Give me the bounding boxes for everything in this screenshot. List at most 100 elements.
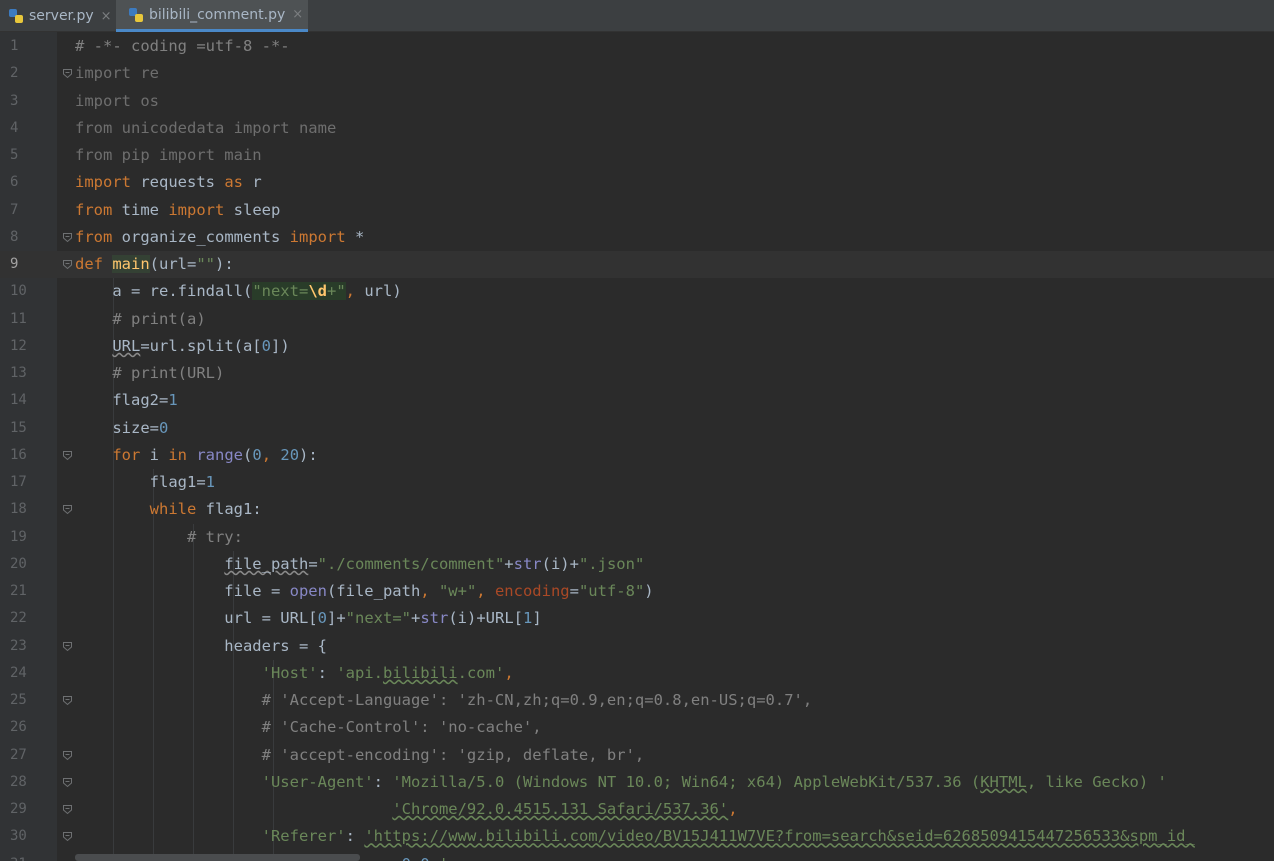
horizontal-scrollbar[interactable] [75,854,360,861]
fold-marker-icon[interactable] [62,831,73,842]
line-number: 5 [10,147,19,163]
tab-label: bilibili_comment.py [149,6,286,23]
code-line[interactable]: 21 file = open(file_path, "w+", encoding… [0,578,1274,605]
code-line[interactable]: 5 from pip import main [0,142,1274,169]
tab-bilibili-comment-py[interactable]: bilibili_comment.py × [116,0,308,32]
code-line[interactable]: 27 # 'accept-encoding': 'gzip, deflate, … [0,742,1274,769]
line-number: 6 [10,174,19,191]
code-line[interactable]: 30 'Referer': 'https://www.bilibili.com/… [0,823,1274,850]
fold-marker-icon[interactable] [62,750,73,761]
line-number: 7 [10,201,19,218]
code-line[interactable]: 8 from organize_comments import * [0,224,1274,251]
code-text: a = re.findall("next=\d+", url) [75,282,402,301]
code-text: # 'Accept-Language': 'zh-CN,zh;q=0.9,en;… [75,691,813,709]
code-text: 'Referer': 'https://www.bilibili.com/vid… [261,827,1195,846]
line-number: 26 [10,719,27,736]
line-number: 31 [0,851,35,861]
line-number: 9 [10,256,19,272]
code-text: 'User-Agent': 'Mozilla/5.0 (Windows NT 1… [261,772,1167,791]
close-icon[interactable]: × [101,9,112,24]
code-text: import os [75,91,159,110]
code-line[interactable]: 29 'Chrome/92.0.4515.131 Safari/537.36', [0,796,1274,823]
line-number: 21 [10,583,27,599]
code-line[interactable]: 25 # 'Accept-Language': 'zh-CN,zh;q=0.9,… [0,687,1274,714]
code-line[interactable]: 24 'Host': 'api.bilibili.com', [0,660,1274,687]
code-text: # print(a) [75,309,206,328]
code-line[interactable]: 1 # -*- coding =utf-8 -*- [0,33,1274,60]
code-line[interactable]: 14 flag2=1 [0,387,1274,414]
code-line[interactable]: 3 import os [0,88,1274,115]
fold-marker-icon[interactable] [62,232,73,243]
code-line[interactable]: 7 from time import sleep [0,197,1274,224]
line-number: 3 [10,92,19,109]
python-file-icon [129,7,143,22]
code-line[interactable]: 4 from unicodedata import name [0,115,1274,142]
code-line[interactable]: 2 import re [0,60,1274,87]
line-number: 15 [10,419,27,436]
line-number: 12 [10,337,27,354]
line-number: 16 [10,446,27,463]
code-editor[interactable]: 1 # -*- coding =utf-8 -*- 2 import re 3 impor… [0,32,1274,861]
code-text: from unicodedata import name [75,118,337,137]
code-line[interactable]: 16 for i in range(0, 20): [0,442,1274,469]
editor-tab-bar: server.py × bilibili_comment.py × [0,0,1274,32]
code-text: flag2=1 [75,391,178,410]
code-text: url = URL[0]+"next="+str(i)+URL[1] [75,609,542,628]
code-text: # print(URL) [75,364,225,382]
code-line[interactable]: 28 'User-Agent': 'Mozilla/5.0 (Windows N… [0,769,1274,796]
line-number: 13 [10,365,27,381]
code-text: flag1=1 [75,473,215,491]
line-number: 22 [10,610,27,627]
code-line[interactable]: 19 # try: [0,524,1274,551]
line-number: 4 [10,119,19,136]
fold-marker-icon[interactable] [62,695,73,706]
code-text: 'Host': 'api.bilibili.com', [261,663,514,682]
code-text: import requests as r [75,173,262,192]
code-line[interactable]: 9 def main(url=""): [0,251,1274,278]
fold-marker-icon[interactable] [62,259,73,270]
code-line[interactable]: 23 headers = { [0,633,1274,660]
code-text: file_path="./comments/comment"+str(i)+".… [224,554,645,573]
code-text: import re [75,64,159,83]
fold-marker-icon[interactable] [62,777,73,788]
tab-label: server.py [29,8,94,24]
code-text: headers = { [75,636,327,655]
code-line[interactable]: 13 # print(URL) [0,360,1274,387]
code-line[interactable]: 12 URL=url.split(a[0]) [0,333,1274,360]
code-line[interactable]: 10 a = re.findall("next=\d+", url) [0,278,1274,305]
code-line[interactable]: 11 # print(a) [0,306,1274,333]
tab-server-py[interactable]: server.py × [0,0,115,32]
code-line[interactable]: 20 file_path="./comments/comment"+str(i)… [0,551,1274,578]
fold-marker-icon[interactable] [62,641,73,652]
code-text: URL=url.split(a[0]) [112,336,290,355]
line-number: 25 [10,692,27,708]
line-number: 8 [10,228,19,245]
line-number: 2 [10,65,19,82]
fold-marker-icon[interactable] [62,68,73,79]
line-number: 20 [10,555,27,572]
code-text: for i in range(0, 20): [112,445,318,464]
code-text: while flag1: [149,500,262,519]
code-line[interactable]: 17 flag1=1 [0,469,1274,496]
fold-marker-icon[interactable] [62,504,73,515]
python-file-icon [9,9,23,23]
line-number: 14 [10,392,27,409]
code-line[interactable]: 26 # 'Cache-Control': 'no-cache', [0,714,1274,741]
code-line[interactable]: 6 import requests as r [0,169,1274,196]
code-line[interactable]: 22 url = URL[0]+"next="+str(i)+URL[1] [0,605,1274,632]
code-text: from organize_comments import * [75,227,365,246]
code-line[interactable]: 15 size=0 [0,415,1274,442]
fold-marker-icon[interactable] [62,450,73,461]
line-number: 17 [10,474,27,490]
code-text: # try: [75,527,243,546]
line-number: 27 [10,746,27,763]
line-number: 11 [10,310,27,327]
line-number: 28 [10,773,27,790]
line-number: 1 [10,38,19,54]
fold-marker-icon[interactable] [62,804,73,815]
code-line[interactable]: 18 while flag1: [0,496,1274,523]
close-icon[interactable]: × [292,7,303,22]
line-number: 24 [10,664,27,681]
code-text: file = open(file_path, "w+", encoding="u… [75,582,654,600]
line-number: 10 [10,283,27,300]
